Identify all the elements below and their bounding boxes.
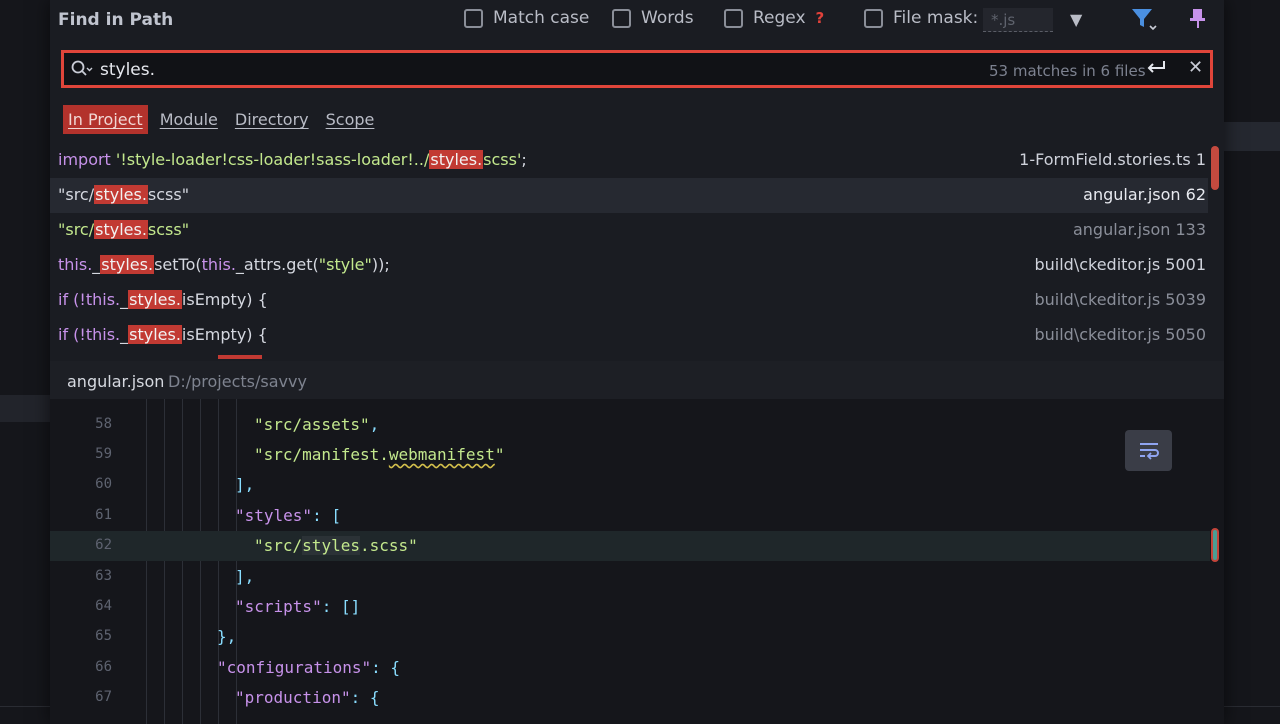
soft-wrap-button[interactable] — [1125, 430, 1172, 471]
editor-right-background — [1224, 0, 1280, 724]
results-list: import '!style-loader!css-loader!sass-lo… — [50, 143, 1208, 361]
editor-line-highlight — [0, 395, 50, 422]
preview-scrollbar[interactable] — [1211, 528, 1219, 562]
search-input[interactable] — [100, 59, 800, 81]
result-file: 1-FormField.stories.ts 1 — [1019, 150, 1206, 169]
code-line-current: 62 "src/styles.scss" — [50, 531, 1210, 561]
result-code: "src/styles.scss" — [58, 185, 190, 204]
code-line: 63 ], — [95, 567, 255, 586]
result-file: build\ckeditor.js 5001 — [1034, 255, 1206, 274]
tab-in-project[interactable]: In Project — [63, 105, 148, 134]
result-row[interactable]: this._styles.setTo(this._attrs.get("styl… — [50, 248, 1208, 283]
result-row-selected[interactable]: "src/styles.scss" angular.json 62 — [50, 178, 1208, 213]
file-mask-checkbox[interactable] — [864, 8, 883, 28]
file-mask-option[interactable]: File mask: — [864, 8, 978, 28]
match-case-option[interactable]: Match case — [464, 8, 589, 28]
match-summary: 53 matches in 6 files — [989, 62, 1146, 80]
code-line: 66 "configurations": { — [95, 658, 401, 677]
search-field[interactable]: 53 matches in 6 files ✕ — [61, 50, 1213, 88]
scope-tabs: In Project Module Directory Scope — [63, 105, 379, 134]
result-row[interactable]: "src/styles.scss" angular.json 133 — [50, 213, 1208, 248]
words-checkbox[interactable] — [612, 8, 631, 28]
file-mask-input[interactable]: *.js — [983, 8, 1053, 32]
code-line: 64 "scripts": [] — [95, 597, 361, 616]
preview-file-name: angular.json — [67, 372, 165, 391]
result-row[interactable]: import '!style-loader!css-loader!sass-lo… — [50, 143, 1208, 178]
result-file: angular.json 62 — [1083, 185, 1206, 204]
result-file: build\ckeditor.js 5050 — [1034, 325, 1206, 344]
result-row[interactable]: if (!this._styles.isEmpty) { build\ckedi… — [50, 318, 1208, 353]
result-code: if (!this._styles.isEmpty) { — [58, 290, 268, 309]
enter-icon[interactable] — [1144, 58, 1168, 82]
words-label: Words — [641, 8, 694, 28]
preview-file-path: D:/projects/savvy — [168, 372, 307, 391]
tab-scope[interactable]: Scope — [321, 105, 380, 134]
tab-module[interactable]: Module — [155, 105, 223, 134]
find-in-path-dialog: Find in Path Match case Words Regex ? Fi… — [50, 0, 1224, 724]
next-match-peek — [218, 355, 262, 359]
result-code: this._styles.setTo(this._attrs.get("styl… — [58, 255, 390, 274]
code-line: 59 "src/manifest.webmanifest" — [95, 445, 505, 464]
words-option[interactable]: Words — [612, 8, 694, 28]
results-scrollbar[interactable] — [1211, 146, 1219, 190]
code-line: 58 "src/assets", — [95, 415, 380, 434]
result-code: "src/styles.scss" — [58, 220, 190, 239]
result-file: angular.json 133 — [1072, 220, 1206, 239]
result-row[interactable]: if (!this._styles.isEmpty) { build\ckedi… — [50, 283, 1208, 318]
code-line: 61 "styles": [ — [95, 506, 341, 525]
code-preview[interactable]: 58 "src/assets", 59 "src/manifest.webman… — [50, 399, 1224, 724]
match-case-label: Match case — [493, 8, 590, 28]
clear-search-icon[interactable]: ✕ — [1188, 57, 1203, 78]
file-mask-label: File mask: — [893, 8, 979, 28]
editor-right-highlight — [1224, 122, 1280, 151]
result-file: build\ckeditor.js 5039 — [1034, 290, 1206, 309]
code-line: 60 ], — [95, 475, 255, 494]
code-line: 65 }, — [95, 627, 237, 646]
pin-icon[interactable] — [1188, 6, 1208, 36]
editor-gutter-background — [0, 0, 50, 724]
regex-checkbox[interactable] — [724, 8, 743, 28]
regex-option[interactable]: Regex ? — [724, 8, 824, 28]
filter-icon[interactable] — [1130, 6, 1158, 36]
result-code: import '!style-loader!css-loader!sass-lo… — [58, 150, 527, 169]
search-icon[interactable] — [70, 59, 94, 85]
preview-header: angular.json D:/projects/savvy — [50, 361, 1224, 399]
file-mask-dropdown-icon[interactable]: ▼ — [1070, 10, 1082, 29]
regex-help-icon[interactable]: ? — [816, 9, 825, 27]
code-line: 67 "production": { — [95, 688, 380, 707]
match-case-checkbox[interactable] — [464, 8, 483, 28]
tab-directory[interactable]: Directory — [230, 105, 314, 134]
result-code: if (!this._styles.isEmpty) { — [58, 325, 268, 344]
regex-label: Regex — [753, 8, 806, 28]
dialog-title: Find in Path — [58, 10, 174, 30]
